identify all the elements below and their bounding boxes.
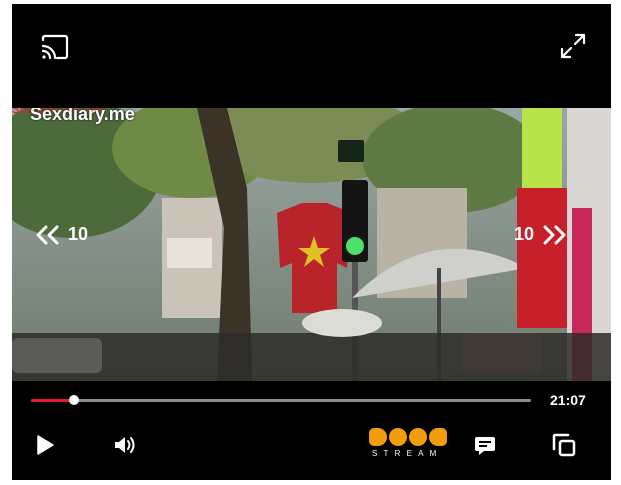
fullscreen-button[interactable] (559, 32, 587, 65)
brand-dot (389, 428, 407, 446)
brand-word: STREAM (372, 449, 443, 458)
video-frame[interactable]: sexdiaryX.net Sexdiary.me 10 10 (12, 108, 611, 381)
chat-icon (475, 437, 495, 455)
seek-back-button[interactable]: 10 (34, 224, 88, 245)
fullscreen-icon (560, 33, 586, 59)
watermark-white: Sexdiary.me (30, 108, 135, 124)
doodstream-logo: STREAM (369, 428, 451, 462)
progress-fill (31, 399, 74, 402)
picture-in-picture-button[interactable] (551, 432, 577, 463)
cast-icon (41, 34, 69, 60)
seek-back-label: 10 (68, 224, 89, 244)
seek-forward-label: 10 (514, 224, 535, 244)
duration-label: 21:07 (550, 392, 586, 408)
brand-dot (409, 428, 427, 446)
progress-bar[interactable] (31, 395, 531, 405)
volume-icon (115, 437, 135, 453)
cast-button[interactable] (40, 34, 70, 65)
rewind-icon (36, 225, 59, 244)
brand-dot (369, 428, 387, 446)
play-icon (37, 435, 54, 455)
seek-forward-button[interactable]: 10 (514, 224, 568, 245)
subtitles-button[interactable] (473, 434, 497, 463)
play-button[interactable] (35, 434, 55, 461)
forward-icon (543, 225, 566, 244)
brand-dots (369, 428, 451, 446)
brand-dot (429, 428, 447, 446)
picture-in-picture-icon (552, 433, 576, 457)
video-player[interactable]: sexdiaryX.net Sexdiary.me 10 10 21:07 ST… (12, 4, 611, 480)
volume-button[interactable] (113, 434, 137, 461)
progress-thumb[interactable] (69, 395, 79, 405)
